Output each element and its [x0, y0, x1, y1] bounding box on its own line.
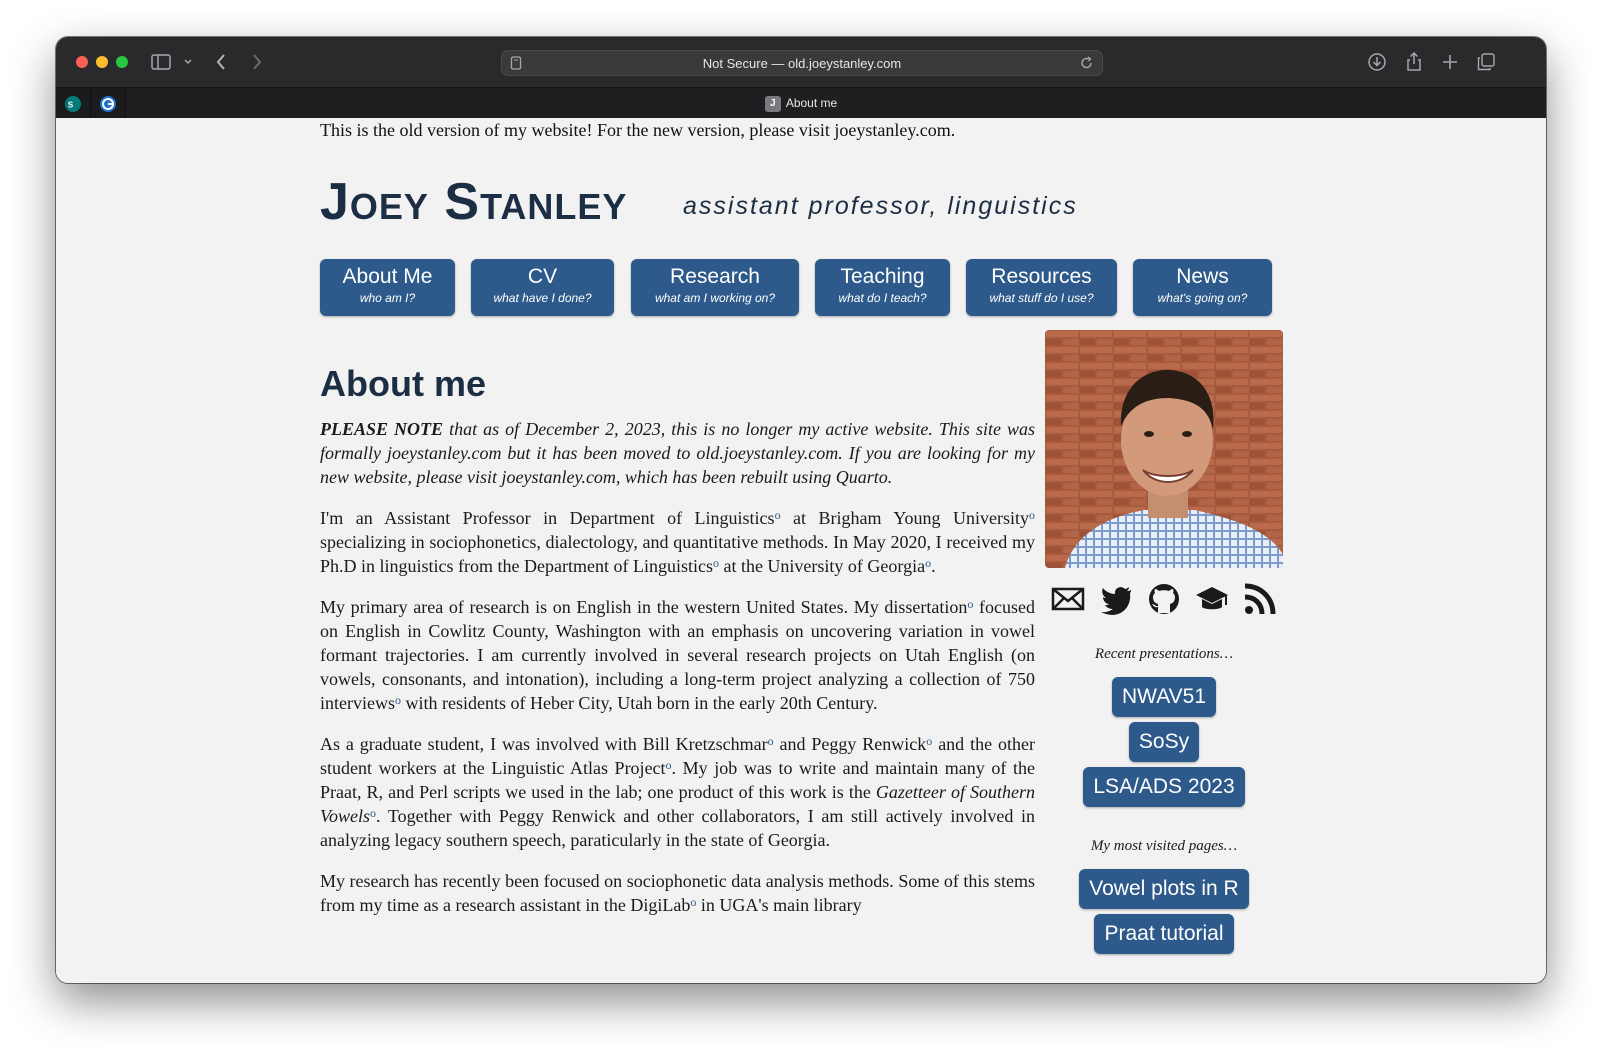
nav-label: CV [527, 265, 558, 288]
text: and Peggy Renwick [773, 734, 927, 754]
nav-teaching[interactable]: Teaching what do I teach? [815, 259, 950, 316]
sidebar-icon[interactable] [150, 50, 172, 74]
scholar-icon[interactable] [1195, 582, 1229, 616]
note-label: PLEASE NOTE [320, 419, 444, 439]
text: My research has recently been focused on… [320, 871, 1035, 915]
recent-presentations-heading: Recent presentations… [1094, 646, 1234, 662]
reload-icon[interactable] [1080, 56, 1094, 75]
close-window-button[interactable] [76, 56, 88, 68]
text: My primary area of research is on Englis… [320, 597, 968, 617]
download-icon[interactable] [1366, 50, 1388, 74]
twitter-icon[interactable] [1099, 582, 1133, 616]
presentation-link-nwav51[interactable]: NWAV51 [1111, 677, 1217, 717]
profile-photo [1045, 330, 1283, 568]
presentation-link-lsa-ads-2023[interactable]: LSA/ADS 2023 [1083, 767, 1245, 807]
tab-favicon: J [764, 96, 781, 112]
external-link-marker[interactable]: o [370, 806, 376, 820]
nav-cv[interactable]: CV what have I done? [471, 259, 614, 316]
nav-news[interactable]: News what's going on? [1133, 259, 1272, 316]
nav-sub: what do I teach? [838, 291, 927, 305]
page-title: About me [320, 363, 486, 404]
github-icon[interactable] [1147, 582, 1181, 616]
external-link-marker[interactable]: o [690, 895, 696, 909]
research-paragraph: My primary area of research is on Englis… [320, 595, 1035, 715]
tab-title: About me [785, 96, 838, 111]
tab-overview-icon[interactable] [1475, 50, 1497, 74]
social-links [1045, 582, 1283, 616]
graduate-paragraph: As a graduate student, I was involved wi… [320, 732, 1035, 852]
site-tagline: assistant professor, linguistics [683, 192, 1078, 220]
browser-toolbar: Not Secure — old.joeystanley.com [56, 37, 1546, 87]
external-link-marker[interactable]: o [1029, 508, 1035, 522]
chevron-down-icon[interactable] [181, 50, 195, 74]
nav-label: Resources [991, 265, 1092, 288]
nav-sub: what am I working on? [654, 291, 776, 305]
forward-icon[interactable] [248, 50, 266, 74]
nav-label: Teaching [840, 265, 925, 288]
text: at Brigham Young University [780, 508, 1029, 528]
external-link-marker[interactable]: o [967, 597, 973, 611]
nav-about-me[interactable]: About Me who am I? [320, 259, 455, 316]
text: . Together with Peggy Renwick and other … [320, 806, 1035, 850]
tab-bar: S J About me [56, 87, 1546, 119]
sidebar: Recent presentations… NWAV51 SoSy LSA/AD… [1045, 330, 1283, 959]
external-link-marker[interactable]: o [666, 758, 672, 772]
page-link-praat-tutorial[interactable]: Praat tutorial [1094, 914, 1234, 954]
address-bar[interactable]: Not Secure — old.joeystanley.com [501, 50, 1103, 76]
zoom-window-button[interactable] [116, 56, 128, 68]
tab-about-me[interactable]: J About me [56, 96, 1546, 112]
browser-window: Not Secure — old.joeystanley.com S J Abou… [56, 37, 1546, 983]
external-link-marker[interactable]: o [926, 734, 932, 748]
intro-paragraph: I'm an Assistant Professor in Department… [320, 506, 1035, 578]
external-link-marker[interactable]: o [925, 556, 931, 570]
site-name[interactable]: Joey Stanley [320, 172, 627, 232]
presentation-link-sosy[interactable]: SoSy [1128, 722, 1200, 762]
nav-research[interactable]: Research what am I working on? [631, 259, 799, 316]
new-tab-icon[interactable] [1439, 50, 1461, 74]
rss-icon[interactable] [1243, 582, 1277, 616]
old-site-notice: This is the old version of my website! F… [320, 120, 956, 140]
external-link-marker[interactable]: o [775, 508, 781, 522]
page-link-vowel-plots[interactable]: Vowel plots in R [1079, 869, 1249, 909]
text: . [931, 556, 936, 576]
external-link-marker[interactable]: o [395, 693, 401, 707]
external-link-marker[interactable]: o [713, 556, 719, 570]
email-icon[interactable] [1051, 582, 1085, 616]
external-link-marker[interactable]: o [768, 734, 774, 748]
text: with residents of Heber City, Utah born … [400, 693, 878, 713]
nav-label: About Me [342, 265, 433, 288]
please-note-paragraph: PLEASE NOTE that as of December 2, 2023,… [320, 417, 1035, 489]
nav-sub: who am I? [359, 291, 416, 305]
back-icon[interactable] [212, 50, 230, 74]
nav-label: Research [670, 265, 760, 288]
address-text: Not Secure — old.joeystanley.com [702, 56, 902, 71]
share-icon[interactable] [1403, 50, 1425, 74]
text: in UGA's main library [696, 895, 862, 915]
minimize-window-button[interactable] [96, 56, 108, 68]
nav-sub: what have I done? [493, 291, 592, 305]
page-content: This is the old version of my website! F… [56, 118, 1546, 983]
methods-paragraph: My research has recently been focused on… [320, 869, 1035, 917]
most-visited-heading: My most visited pages… [1090, 838, 1238, 854]
nav-sub: what's going on? [1157, 291, 1248, 305]
text: I'm an Assistant Professor in Department… [320, 508, 775, 528]
text: As a graduate student, I was involved wi… [320, 734, 768, 754]
nav-resources[interactable]: Resources what stuff do I use? [966, 259, 1117, 316]
nav-label: News [1176, 265, 1229, 288]
text: at the University of Georgia [718, 556, 926, 576]
nav-sub: what stuff do I use? [989, 291, 1094, 305]
main-column: About me PLEASE NOTE that as of December… [320, 363, 1035, 934]
